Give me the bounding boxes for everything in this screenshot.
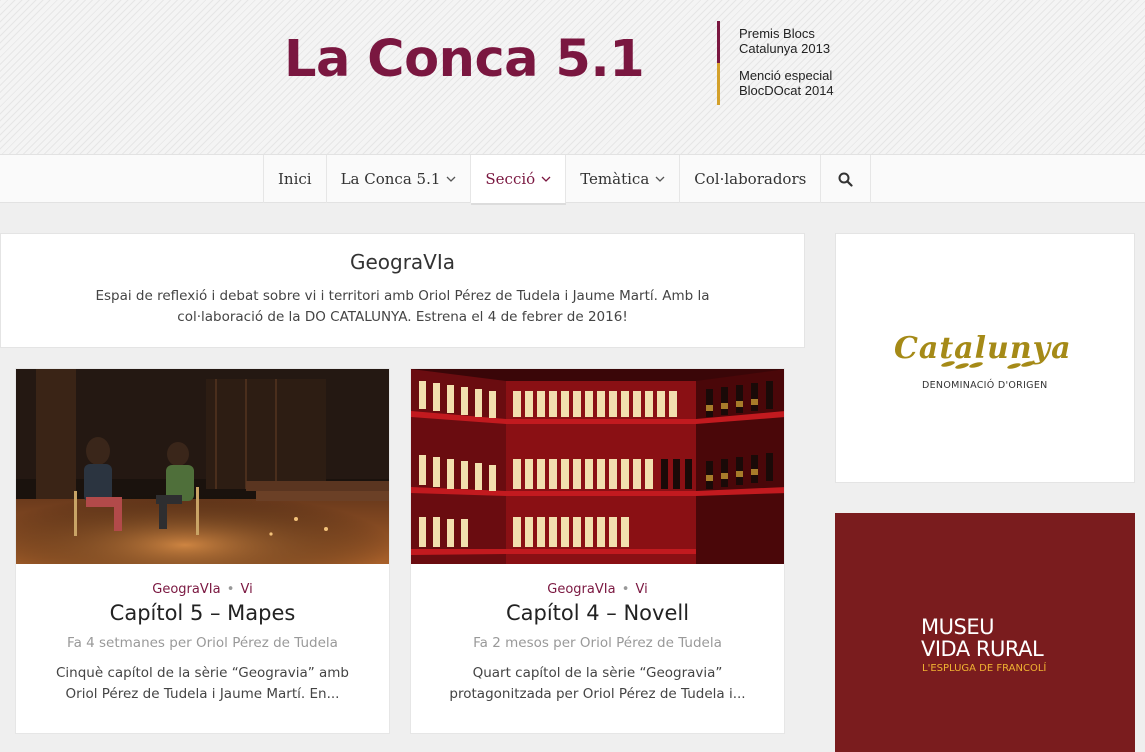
category-link[interactable]: GeograVIa <box>547 582 615 597</box>
nav-label: Inici <box>278 170 312 188</box>
do-catalunya-banner[interactable]: Catalunya DENOMINACIÓ D'ORIGEN <box>835 233 1135 483</box>
award-line-1: Menció especial <box>739 68 833 83</box>
nav-label: Secció <box>485 170 536 188</box>
wine-shelves-image <box>411 369 784 564</box>
svg-text:Catalunya: Catalunya <box>894 331 1072 366</box>
post-excerpt: Cinquè capítol de la sèrie “Geogravia” a… <box>55 665 349 702</box>
nav-label: La Conca 5.1 <box>340 170 441 188</box>
post-title[interactable]: Capítol 5 – Mapes <box>16 601 389 625</box>
museu-location: L'ESPLUGA DE FRANCOLÍ <box>922 663 1047 674</box>
nav-search-button[interactable] <box>821 155 872 203</box>
chevron-down-icon <box>446 176 456 182</box>
award-blocdocat[interactable]: Menció especial BlocDOcat 2014 <box>717 63 834 105</box>
nav-item-col-laboradors[interactable]: Col·laboradors <box>680 155 822 203</box>
main-nav: Inici La Conca 5.1 Secció Temàtica Col·l… <box>263 155 872 203</box>
museu-vida-rural-banner[interactable]: MUSEU VIDA RURAL L'ESPLUGA DE FRANCOLÍ <box>835 513 1135 752</box>
museu-title-line-2: VIDA RURAL <box>921 637 1044 661</box>
post-categories: GeograVIa • Vi <box>16 582 389 597</box>
main-navbar: Inici La Conca 5.1 Secció Temàtica Col·l… <box>0 154 1145 203</box>
post-card: GeograVIa • Vi Capítol 4 – Novell Fa 2 m… <box>410 368 785 734</box>
category-link[interactable]: GeograVIa <box>152 582 220 597</box>
post-thumbnail[interactable] <box>16 369 389 564</box>
post-thumbnail[interactable] <box>411 369 784 564</box>
post-meta: Fa 4 setmanes per Oriol Pérez de Tudela <box>67 635 338 651</box>
page-title: GeograVIa <box>349 250 456 274</box>
awards-block: Premis Blocs Catalunya 2013 Menció espec… <box>717 21 834 105</box>
category-link[interactable]: Vi <box>241 582 253 597</box>
post-categories: GeograVIa • Vi <box>411 582 784 597</box>
chevron-down-icon <box>541 176 551 182</box>
interview-scene-image <box>16 369 389 564</box>
nav-item-la-conca[interactable]: La Conca 5.1 <box>327 155 472 203</box>
award-line-2: BlocDOcat 2014 <box>739 83 834 98</box>
nav-item-tematica[interactable]: Temàtica <box>566 155 681 203</box>
award-bar <box>717 63 720 105</box>
category-intro: GeograVIa Espai de reflexió i debat sobr… <box>0 233 805 348</box>
award-premis-blocs[interactable]: Premis Blocs Catalunya 2013 <box>717 21 834 63</box>
post-card: GeograVIa • Vi Capítol 5 – Mapes Fa 4 se… <box>15 368 390 734</box>
category-separator: • <box>226 582 235 597</box>
chevron-down-icon <box>655 176 665 182</box>
nav-item-inici[interactable]: Inici <box>264 155 327 203</box>
post-excerpt: Quart capítol de la sèrie “Geogravia” pr… <box>449 665 746 702</box>
award-line-2: Catalunya 2013 <box>739 41 831 56</box>
site-header: La Conca 5.1 Premis Blocs Catalunya 2013… <box>0 0 1145 154</box>
nav-label: Col·laboradors <box>694 170 807 188</box>
site-title[interactable]: La Conca 5.1 <box>284 30 645 89</box>
category-description: Espai de reflexió i debat sobre vi i ter… <box>95 288 710 325</box>
search-icon <box>838 172 853 187</box>
do-catalunya-logo: Catalunya <box>894 331 1072 369</box>
museu-title-line-1: MUSEU <box>921 615 994 639</box>
category-separator: • <box>621 582 630 597</box>
post-meta: Fa 2 mesos per Oriol Pérez de Tudela <box>473 635 722 651</box>
nav-item-seccio[interactable]: Secció <box>471 155 567 203</box>
award-line-1: Premis Blocs <box>739 26 815 41</box>
nav-label: Temàtica <box>580 170 650 188</box>
do-catalunya-subtitle: DENOMINACIÓ D'ORIGEN <box>922 380 1048 391</box>
category-link[interactable]: Vi <box>636 582 648 597</box>
post-title[interactable]: Capítol 4 – Novell <box>411 601 784 625</box>
award-bar <box>717 21 720 63</box>
